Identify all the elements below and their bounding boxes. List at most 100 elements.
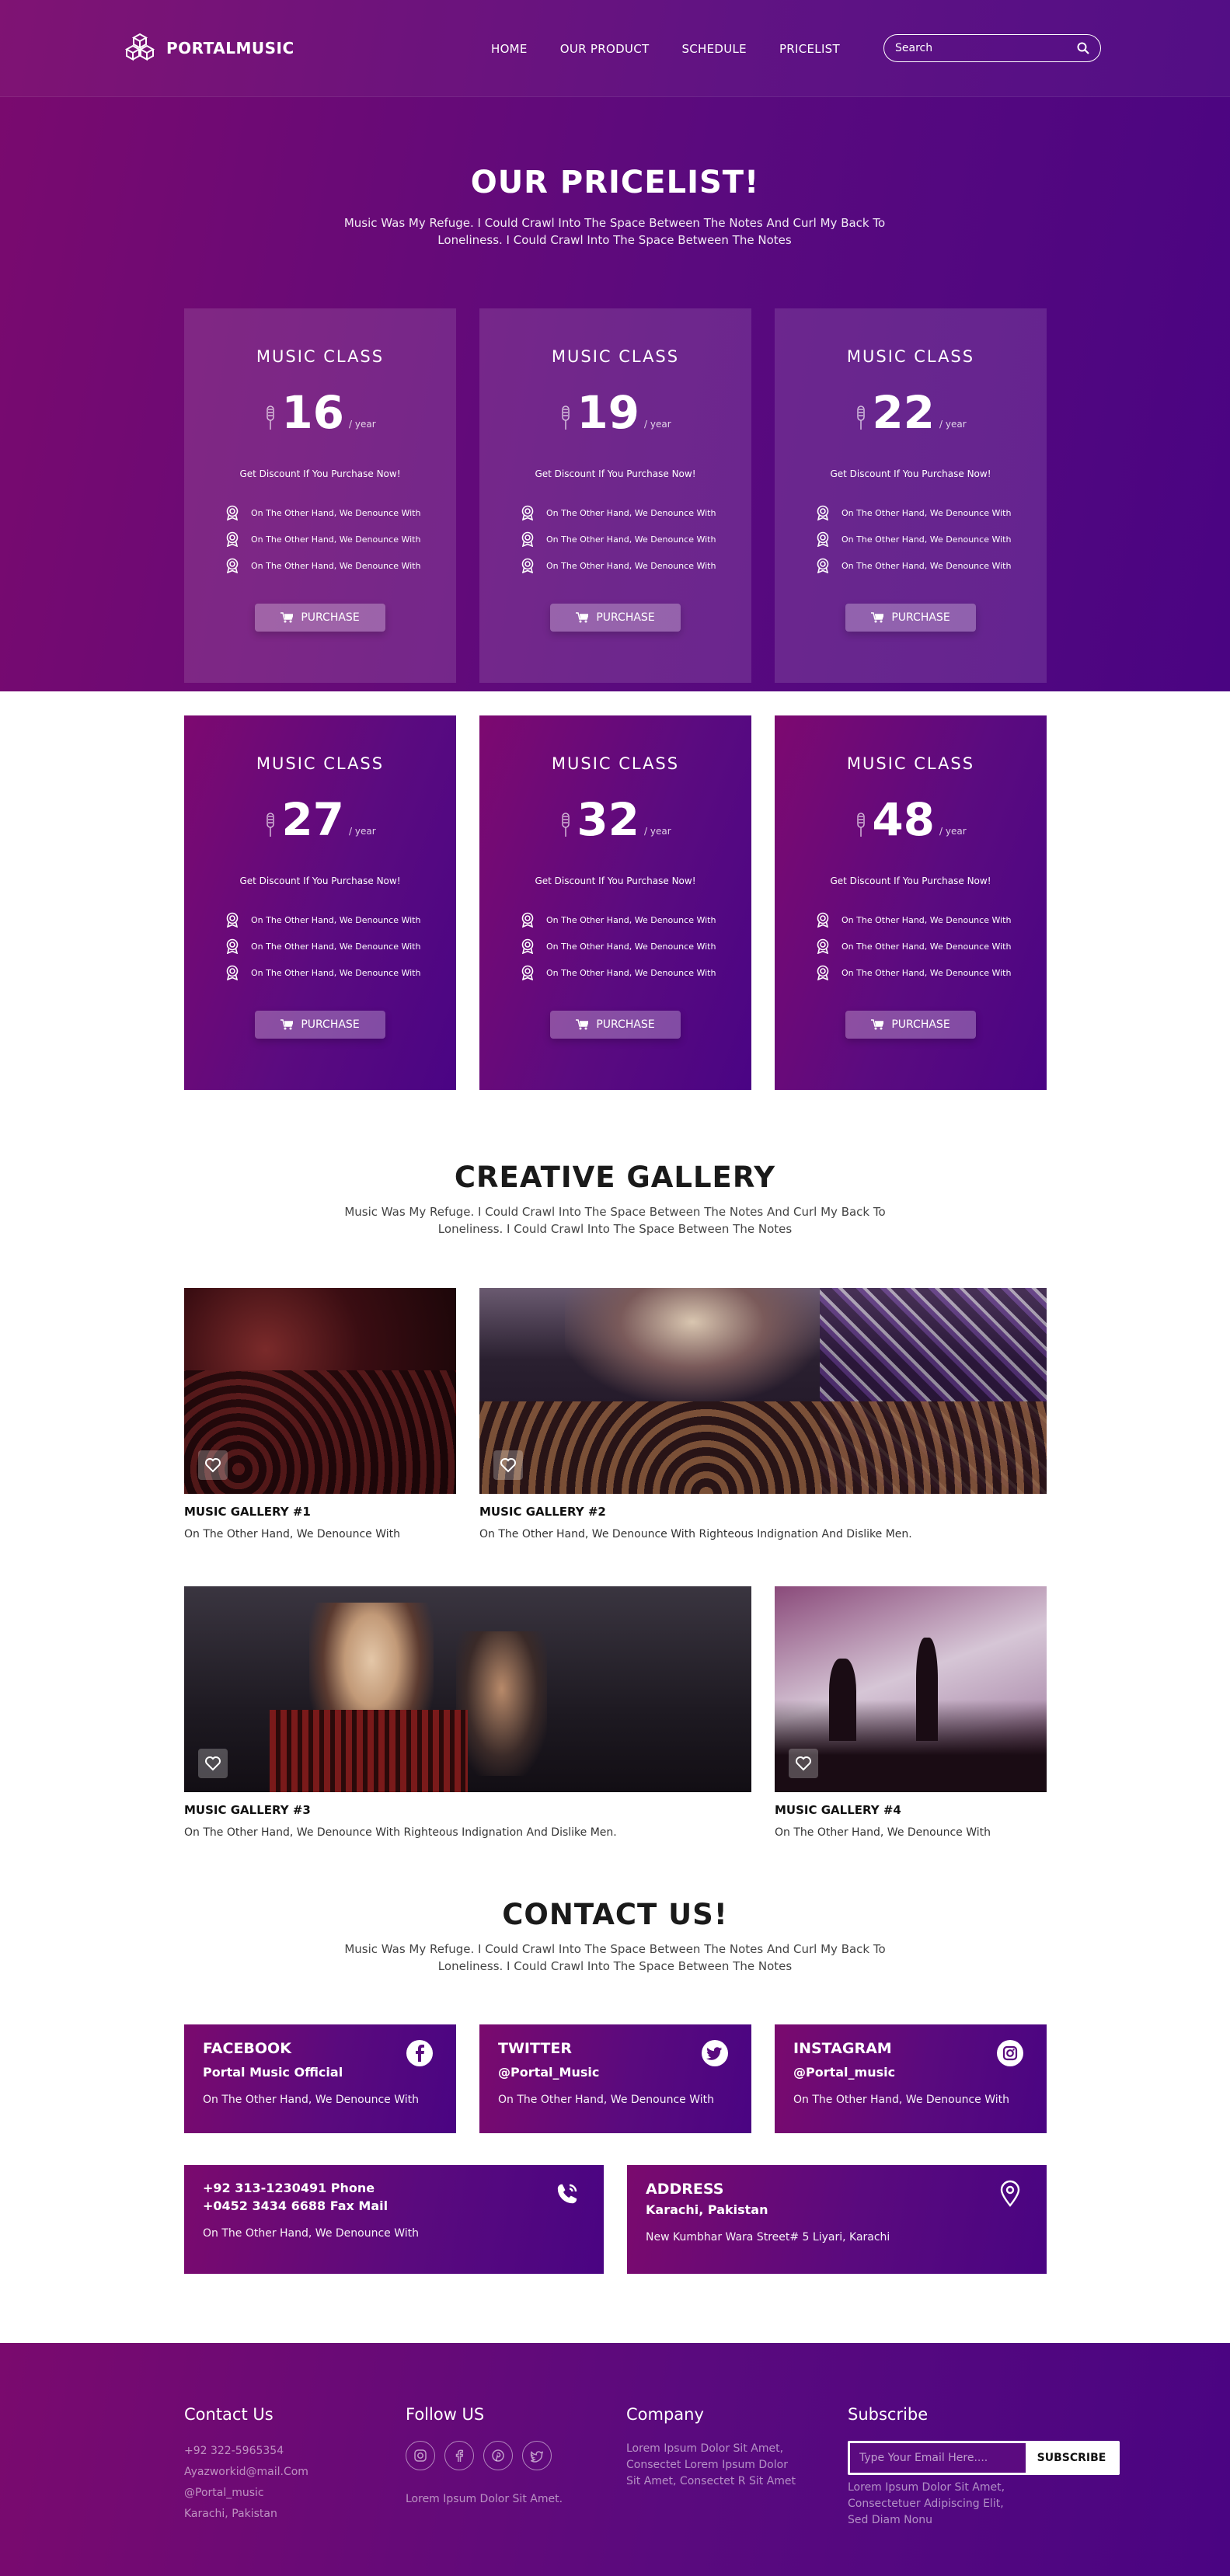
address-card[interactable]: ADDRESS Karachi, Pakistan New Kumbhar Wa…	[627, 2165, 1047, 2274]
cart-icon	[576, 1019, 589, 1030]
footer-facebook-link[interactable]	[444, 2441, 474, 2470]
price-row: 32 / year	[479, 796, 751, 843]
purchase-button[interactable]: PURCHASE	[845, 1011, 976, 1039]
badge-icon	[521, 938, 534, 954]
gallery-item[interactable]: MUSIC GALLERY #4 On The Other Hand, We D…	[775, 1586, 1047, 1839]
badge-icon	[817, 558, 829, 573]
purchase-button[interactable]: PURCHASE	[550, 1011, 681, 1039]
plan-price: 27	[281, 793, 345, 846]
badge-icon	[521, 912, 534, 928]
facebook-card[interactable]: FACEBOOK Portal Music Official On The Ot…	[184, 2024, 456, 2133]
footer-instagram-link[interactable]	[406, 2441, 435, 2470]
footer-phone[interactable]: +92 322-5965354	[184, 2441, 308, 2462]
cart-icon	[871, 612, 884, 623]
cart-icon	[280, 1019, 294, 1030]
subscribe-email-input[interactable]	[850, 2443, 1026, 2473]
footer-company-line: Lorem Ipsum Dolor Sit Amet,	[626, 2442, 784, 2455]
cube-logo-icon	[124, 33, 155, 61]
gallery-title: CREATIVE GALLERY	[454, 1161, 776, 1194]
feature-text: On The Other Hand, We Denounce With	[251, 560, 421, 571]
purchase-label: PURCHASE	[891, 611, 950, 624]
feature-text: On The Other Hand, We Denounce With	[546, 967, 716, 978]
feature-item: On The Other Hand, We Denounce With	[815, 552, 1011, 579]
feature-text: On The Other Hand, We Denounce With	[251, 914, 421, 925]
purchase-button[interactable]: PURCHASE	[845, 604, 976, 632]
pricelist-title: OUR PRICELIST!	[470, 165, 760, 200]
purchase-button[interactable]: PURCHASE	[255, 604, 385, 632]
instagram-card[interactable]: INSTAGRAM @Portal_music On The Other Han…	[775, 2024, 1047, 2133]
facebook-handle: Portal Music Official	[203, 2065, 343, 2080]
gallery-item[interactable]: MUSIC GALLERY #3 On The Other Hand, We D…	[184, 1586, 751, 1839]
footer-twitter-link[interactable]	[522, 2441, 552, 2470]
purchase-label: PURCHASE	[301, 1018, 360, 1031]
heart-icon	[205, 1458, 221, 1473]
footer-email[interactable]: Ayazworkid@mail.Com	[184, 2462, 308, 2483]
twitter-icon	[530, 2451, 543, 2463]
feature-list: On The Other Hand, We Denounce With On Th…	[520, 500, 716, 579]
location-pin-icon[interactable]	[995, 2179, 1025, 2209]
twitter-icon[interactable]	[700, 2038, 730, 2068]
badge-icon	[521, 531, 534, 547]
subscribe-form: SUBSCRIBE	[848, 2441, 1120, 2475]
plan-period: / year	[644, 826, 671, 837]
plan-period: / year	[644, 419, 671, 430]
contact-title: CONTACT US!	[502, 1898, 728, 1931]
gallery-name: MUSIC GALLERY #4	[775, 1803, 901, 1817]
badge-icon	[521, 558, 534, 573]
nav-links: HOME OUR PRODUCT SCHEDULE PRICELIST	[491, 42, 873, 56]
logo-text: PORTALMUSIC	[166, 39, 294, 57]
footer-handle[interactable]: @Portal_music	[184, 2483, 308, 2504]
address-text: New Kumbhar Wara Street# 5 Liyari, Karac…	[646, 2231, 890, 2244]
gallery-item[interactable]: MUSIC GALLERY #2 On The Other Hand, We D…	[479, 1288, 1047, 1540]
footer-contact: Contact Us +92 322-5965354 Ayazworkid@ma…	[184, 2405, 308, 2525]
purchase-button[interactable]: PURCHASE	[255, 1011, 385, 1039]
nav-home[interactable]: HOME	[491, 42, 528, 56]
pricing-card: MUSIC CLASS 16 / year Get Discount If Yo…	[184, 308, 456, 683]
facebook-icon[interactable]	[405, 2038, 434, 2068]
logo[interactable]: PORTALMUSIC	[123, 31, 294, 65]
nav-schedule[interactable]: SCHEDULE	[681, 42, 747, 56]
feature-item: On The Other Hand, We Denounce With	[520, 959, 716, 986]
contact-subtitle: Music Was My Refuge. I Could Crawl Into …	[344, 1942, 886, 1973]
gallery-desc: On The Other Hand, We Denounce With Righ…	[479, 1528, 912, 1540]
gallery-item[interactable]: MUSIC GALLERY #1 On The Other Hand, We D…	[184, 1288, 456, 1540]
heart-icon	[500, 1458, 516, 1473]
like-button[interactable]	[493, 1450, 523, 1480]
plan-price: 19	[577, 386, 640, 439]
address-heading: ADDRESS	[646, 2181, 724, 2198]
footer-subscribe: Subscribe SUBSCRIBE Lorem Ipsum Dolor Si…	[848, 2405, 1120, 2529]
search-input[interactable]	[895, 42, 1077, 54]
pricelist-subtitle: Music Was My Refuge. I Could Crawl Into …	[343, 216, 886, 247]
plan-price: 48	[872, 793, 936, 846]
nav-our-product[interactable]: OUR PRODUCT	[560, 42, 650, 56]
badge-icon	[226, 912, 239, 928]
like-button[interactable]	[198, 1450, 228, 1480]
purchase-button[interactable]: PURCHASE	[550, 604, 681, 632]
phone-icon[interactable]	[552, 2179, 582, 2209]
cart-icon	[576, 612, 589, 623]
twitter-card[interactable]: TWITTER @Portal_Music On The Other Hand,…	[479, 2024, 751, 2133]
subscribe-button[interactable]: SUBSCRIBE	[1026, 2443, 1117, 2473]
badge-icon	[521, 505, 534, 520]
like-button[interactable]	[789, 1749, 818, 1778]
like-button[interactable]	[198, 1749, 228, 1778]
feature-list: On The Other Hand, We Denounce With On Th…	[520, 907, 716, 986]
phone-card[interactable]: +92 313-1230491 Phone +0452 3434 6688 Fa…	[184, 2165, 604, 2274]
badge-icon	[226, 965, 239, 980]
feature-item: On The Other Hand, We Denounce With	[815, 933, 1011, 959]
feature-item: On The Other Hand, We Denounce With	[815, 907, 1011, 933]
pricing-card: MUSIC CLASS 32 / year Get Discount If Yo…	[479, 715, 751, 1090]
microphone-icon	[562, 406, 570, 430]
plan-title: MUSIC CLASS	[551, 754, 680, 773]
feature-text: On The Other Hand, We Denounce With	[546, 941, 716, 952]
instagram-heading: INSTAGRAM	[793, 2040, 892, 2057]
feature-item: On The Other Hand, We Denounce With	[225, 907, 420, 933]
search-icon[interactable]	[1077, 42, 1089, 54]
plan-period: / year	[349, 826, 376, 837]
instagram-icon[interactable]	[995, 2038, 1025, 2068]
pricing-row-1: MUSIC CLASS 16 / year Get Discount If Yo…	[184, 308, 1047, 683]
gallery-header: CREATIVE GALLERY Music Was My Refuge. I …	[0, 1161, 1230, 1238]
nav-pricelist[interactable]: PRICELIST	[779, 42, 840, 56]
feature-item: On The Other Hand, We Denounce With	[815, 959, 1011, 986]
footer-pinterest-link[interactable]	[483, 2441, 513, 2470]
